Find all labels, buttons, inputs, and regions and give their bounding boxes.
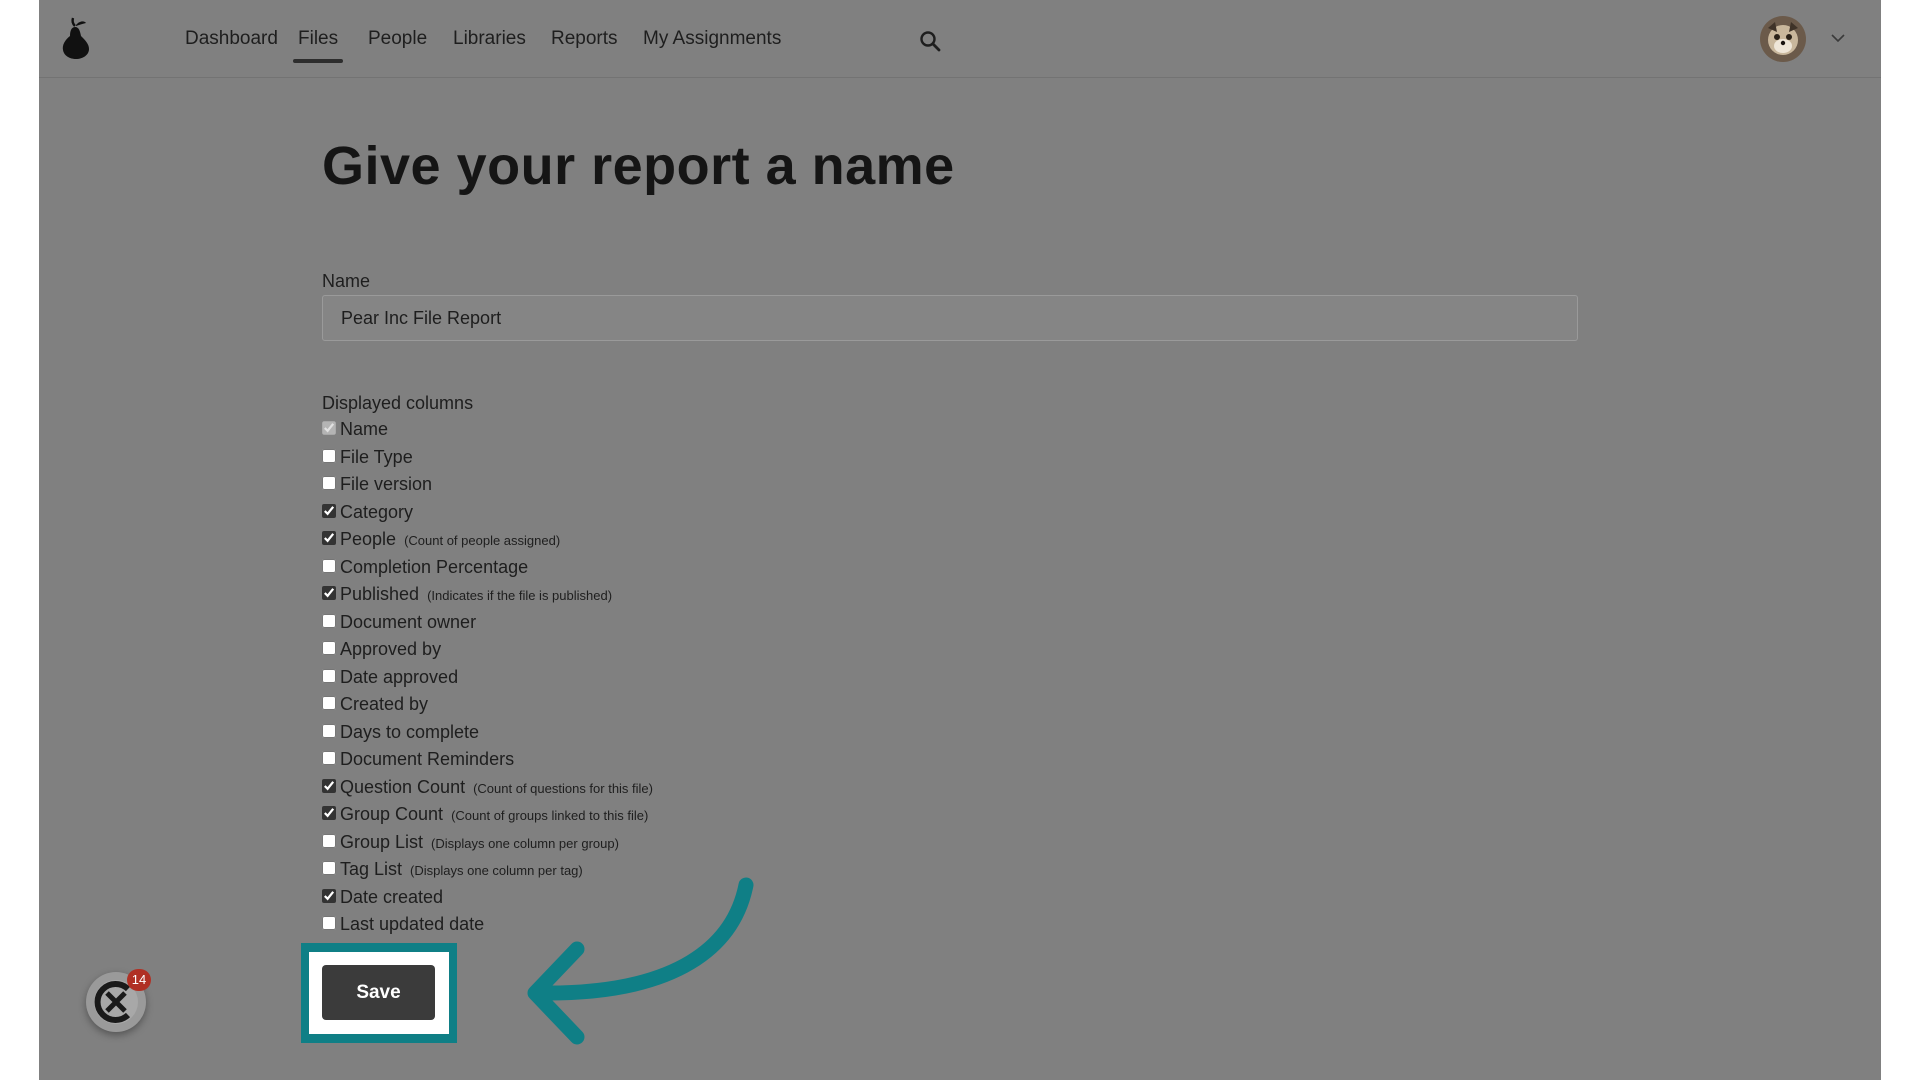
column-hint: (Indicates if the file is published) bbox=[427, 588, 613, 603]
save-button[interactable]: Save bbox=[322, 965, 435, 1020]
column-label-text: Question Count bbox=[340, 776, 466, 797]
column-label-text: Last updated date bbox=[340, 914, 485, 934]
nav-item-people[interactable]: People bbox=[368, 27, 427, 51]
column-label-text: File Type bbox=[340, 446, 413, 467]
column-checkbox-name bbox=[322, 421, 336, 435]
column-label[interactable]: Completion Percentage bbox=[340, 555, 528, 579]
pointer-arrow-annotation bbox=[527, 877, 754, 1045]
column-label-text: Completion Percentage bbox=[340, 556, 529, 577]
column-label[interactable]: Question Count (Count of questions for th… bbox=[340, 775, 653, 801]
column-label[interactable]: File Type bbox=[340, 445, 413, 469]
column-checkbox-group-count[interactable] bbox=[322, 806, 336, 820]
column-label[interactable]: Group Count (Count of groups linked to th… bbox=[340, 802, 648, 828]
column-checkbox-date-created[interactable] bbox=[322, 888, 336, 903]
column-checkbox-question-count[interactable] bbox=[322, 778, 336, 793]
column-hint: (Count of groups linked to this file) bbox=[451, 808, 649, 823]
column-checkbox-document-reminders[interactable] bbox=[322, 751, 336, 765]
avatar-image bbox=[1760, 16, 1806, 62]
column-label-text: Category bbox=[340, 501, 414, 522]
user-avatar[interactable] bbox=[1760, 16, 1806, 62]
column-label[interactable]: Date created bbox=[340, 885, 443, 909]
notification-badge: 14 bbox=[127, 969, 151, 991]
column-checkbox-published[interactable] bbox=[322, 586, 336, 600]
column-checkbox-file-version[interactable] bbox=[322, 476, 336, 490]
column-label-text: Document Reminders bbox=[340, 749, 515, 769]
column-label[interactable]: Group List (Displays one column per group… bbox=[340, 830, 619, 856]
column-checkbox-completion-percentage[interactable] bbox=[322, 558, 336, 573]
column-label-text: Approved by bbox=[340, 639, 442, 659]
column-label[interactable]: Date approved bbox=[340, 665, 458, 689]
column-label[interactable]: Name bbox=[340, 417, 388, 441]
column-label-text: File version bbox=[340, 474, 433, 494]
column-label-text: Group List bbox=[340, 831, 424, 852]
report-name-input[interactable] bbox=[322, 295, 1578, 341]
column-checkbox-people[interactable] bbox=[322, 531, 336, 545]
nav-item-libraries[interactable]: Libraries bbox=[453, 27, 526, 51]
column-label[interactable]: Last updated date bbox=[340, 912, 484, 936]
page-title: Give your report a name bbox=[322, 136, 955, 196]
column-label-text: Published bbox=[340, 584, 420, 604]
column-label[interactable]: Document Reminders bbox=[340, 747, 514, 771]
column-hint: (Count of people assigned) bbox=[404, 533, 561, 548]
nav-item-files[interactable]: Files bbox=[292, 27, 344, 63]
displayed-columns-label: Displayed columns bbox=[322, 393, 474, 413]
column-label-text: People bbox=[340, 529, 397, 549]
column-label[interactable]: Days to complete bbox=[340, 720, 479, 744]
column-label-text: Date approved bbox=[340, 666, 459, 687]
chevron-down-icon[interactable] bbox=[1831, 33, 1845, 43]
column-hint: (Count of questions for this file) bbox=[473, 780, 653, 796]
column-checkbox-category[interactable] bbox=[322, 503, 336, 518]
column-label-text: Document owner bbox=[340, 611, 477, 632]
column-checkbox-document-owner[interactable] bbox=[322, 613, 336, 628]
column-checkbox-file-type[interactable] bbox=[322, 448, 336, 463]
column-label-text: Days to complete bbox=[340, 721, 480, 742]
column-label-text: Group Count bbox=[340, 804, 444, 824]
column-label[interactable]: Approved by bbox=[340, 637, 441, 661]
column-checkbox-days-to-complete[interactable] bbox=[322, 723, 336, 738]
top-navigation-bar: Dashboard Files People Libraries Reports My A… bbox=[39, 0, 1881, 78]
column-label-text: Tag List bbox=[340, 859, 403, 879]
app-frame: Dashboard Files People Libraries Reports My A… bbox=[39, 0, 1881, 1080]
column-label[interactable]: People (Count of people assigned) bbox=[340, 527, 560, 553]
column-label-text: Name bbox=[340, 419, 389, 439]
column-checkbox-last-updated-date[interactable] bbox=[322, 916, 336, 930]
column-hint: (Displays one column per group) bbox=[431, 835, 619, 851]
column-label[interactable]: Category bbox=[340, 500, 413, 524]
column-label-text: Created by bbox=[340, 694, 429, 714]
column-checkbox-date-approved[interactable] bbox=[322, 668, 336, 683]
column-label[interactable]: Document owner bbox=[340, 610, 476, 634]
nav-item-reports[interactable]: Reports bbox=[551, 27, 618, 51]
nav-item-dashboard[interactable]: Dashboard bbox=[185, 27, 278, 51]
pear-logo-icon[interactable] bbox=[59, 16, 93, 60]
nav-item-my-assignments[interactable]: My Assignments bbox=[643, 27, 781, 51]
column-checkbox-group-list[interactable] bbox=[322, 833, 336, 848]
search-icon[interactable] bbox=[919, 30, 941, 52]
column-label[interactable]: Published (Indicates if the file is publi… bbox=[340, 582, 612, 608]
column-checkbox-approved-by[interactable] bbox=[322, 641, 336, 655]
column-checkbox-tag-list[interactable] bbox=[322, 861, 336, 875]
column-checkbox-created-by[interactable] bbox=[322, 696, 336, 710]
name-field-label: Name bbox=[322, 271, 371, 291]
column-label[interactable]: Created by bbox=[340, 692, 428, 716]
column-label-text: Date created bbox=[340, 886, 444, 907]
column-label[interactable]: File version bbox=[340, 472, 432, 496]
